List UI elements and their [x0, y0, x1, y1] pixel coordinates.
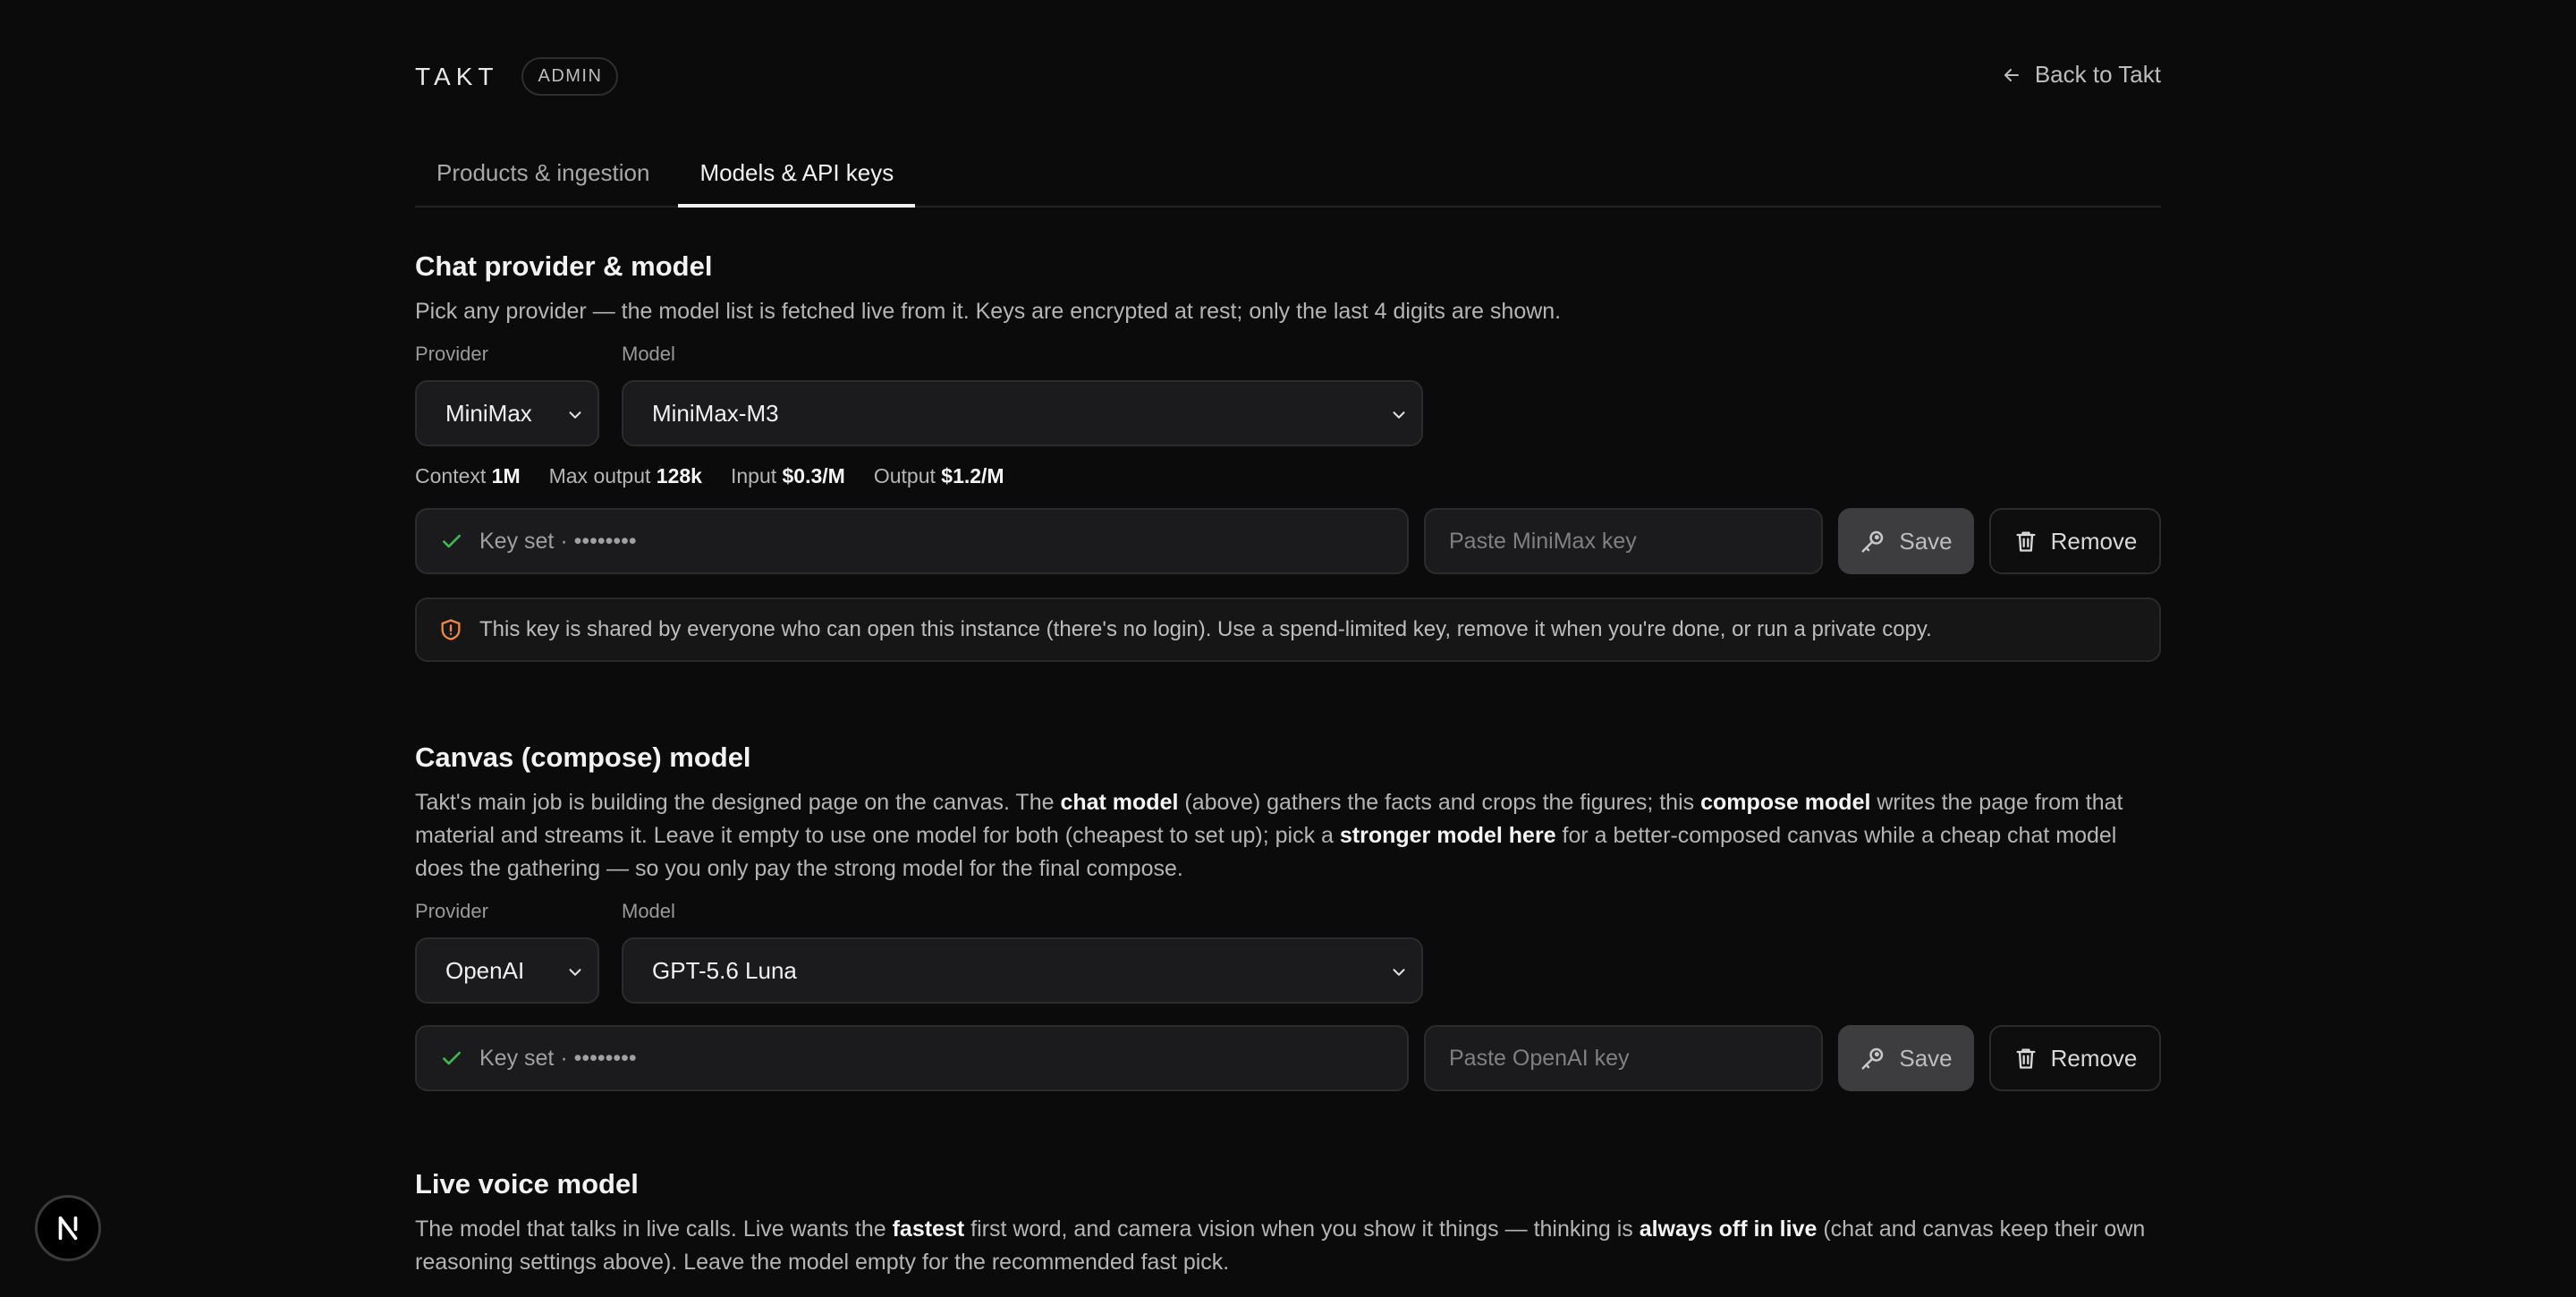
- header: TAKT ADMIN Back to Takt: [415, 0, 2161, 152]
- api-key-input[interactable]: [1424, 1025, 1823, 1091]
- model-select[interactable]: MiniMax-M3: [622, 380, 1423, 446]
- remove-label: Remove: [2050, 527, 2138, 555]
- section-title: Chat provider & model: [415, 250, 713, 282]
- trash-icon: [2016, 531, 2036, 552]
- arrow-left-icon: [2004, 68, 2019, 81]
- key-status: Key set · ••••••••: [415, 508, 1409, 574]
- meta-output-price: Output $1.2/M: [873, 464, 1004, 487]
- model-select[interactable]: GPT-5.6 Luna: [622, 937, 1423, 1004]
- key-status: Key set · ••••••••: [415, 1025, 1409, 1091]
- selects-row: OpenAI GPT-5.6 Luna: [415, 937, 2161, 1004]
- model-value: MiniMax-M3: [652, 399, 779, 427]
- key-row: Key set · •••••••• Save Remove: [415, 1025, 2161, 1091]
- nextjs-logo-icon: [58, 1216, 78, 1241]
- key-icon: [1861, 1047, 1884, 1070]
- check-icon: [443, 534, 461, 548]
- provider-select[interactable]: MiniMax: [415, 380, 599, 446]
- admin-badge: ADMIN: [521, 57, 619, 96]
- canvas-section: Canvas (compose) model Takt's main job i…: [415, 742, 2161, 1091]
- shared-key-warning: This key is shared by everyone who can o…: [415, 598, 2161, 662]
- provider-label: Provider: [415, 900, 488, 922]
- brand: TAKT ADMIN: [415, 57, 619, 96]
- section-description: Pick any provider — the model list is fe…: [415, 299, 1562, 324]
- tab-products-ingestion[interactable]: Products & ingestion: [415, 143, 671, 208]
- provider-label: Provider: [415, 343, 488, 365]
- section-title: Live voice model: [415, 1168, 639, 1200]
- save-label: Save: [1899, 527, 1953, 555]
- warning-text: This key is shared by everyone who can o…: [479, 617, 1932, 641]
- save-label: Save: [1899, 1044, 1953, 1072]
- brand-name: TAKT: [415, 62, 499, 90]
- remove-key-button[interactable]: Remove: [1989, 1025, 2161, 1091]
- field-labels: Provider Model: [415, 343, 2161, 369]
- provider-select[interactable]: OpenAI: [415, 937, 599, 1004]
- meta-input-price: Input $0.3/M: [730, 464, 845, 487]
- api-key-input[interactable]: [1424, 508, 1823, 574]
- tab-models-api-keys[interactable]: Models & API keys: [678, 143, 916, 208]
- save-key-button[interactable]: Save: [1838, 1025, 1974, 1091]
- key-status-text: Key set · ••••••••: [479, 1045, 637, 1071]
- remove-key-button[interactable]: Remove: [1989, 508, 2161, 574]
- selects-row: MiniMax MiniMax-M3: [415, 380, 2161, 446]
- section-description: Takt's main job is building the designed…: [415, 790, 2123, 881]
- model-label: Model: [622, 900, 675, 922]
- admin-page: TAKT ADMIN Back to Takt Products & inges…: [415, 0, 2161, 1275]
- section-title: Canvas (compose) model: [415, 742, 751, 773]
- back-link-label: Back to Takt: [2034, 61, 2161, 88]
- voice-section: Live voice model The model that talks in…: [415, 1168, 2161, 1279]
- chevron-down-icon: [569, 969, 581, 976]
- section-description: The model that talks in live calls. Live…: [415, 1216, 2146, 1275]
- trash-icon: [2016, 1048, 2036, 1069]
- back-to-takt-link[interactable]: Back to Takt: [2001, 61, 2161, 89]
- tab-bar: Products & ingestion Models & API keys: [415, 143, 2161, 208]
- nextjs-dev-badge[interactable]: [35, 1195, 101, 1261]
- meta-max-output: Max output 128k: [548, 464, 702, 487]
- key-row: Key set · •••••••• Save Remove: [415, 508, 2161, 574]
- provider-value: OpenAI: [445, 956, 525, 984]
- model-label: Model: [622, 343, 675, 365]
- chevron-down-icon: [1393, 969, 1405, 976]
- key-icon: [1861, 530, 1884, 553]
- field-labels: Provider Model: [415, 900, 2161, 927]
- shield-alert-icon: [441, 619, 461, 640]
- remove-label: Remove: [2050, 1044, 2138, 1072]
- chat-section: Chat provider & model Pick any provider …: [415, 250, 2161, 662]
- chevron-down-icon: [1393, 411, 1405, 419]
- chevron-down-icon: [569, 411, 581, 419]
- model-meta: Context 1M Max output 128k Input $0.3/M …: [415, 464, 2161, 488]
- key-status-text: Key set · ••••••••: [479, 528, 637, 554]
- check-icon: [443, 1051, 461, 1065]
- save-key-button[interactable]: Save: [1838, 508, 1974, 574]
- provider-value: MiniMax: [445, 399, 532, 427]
- meta-context: Context 1M: [415, 464, 521, 487]
- model-value: GPT-5.6 Luna: [652, 956, 797, 984]
